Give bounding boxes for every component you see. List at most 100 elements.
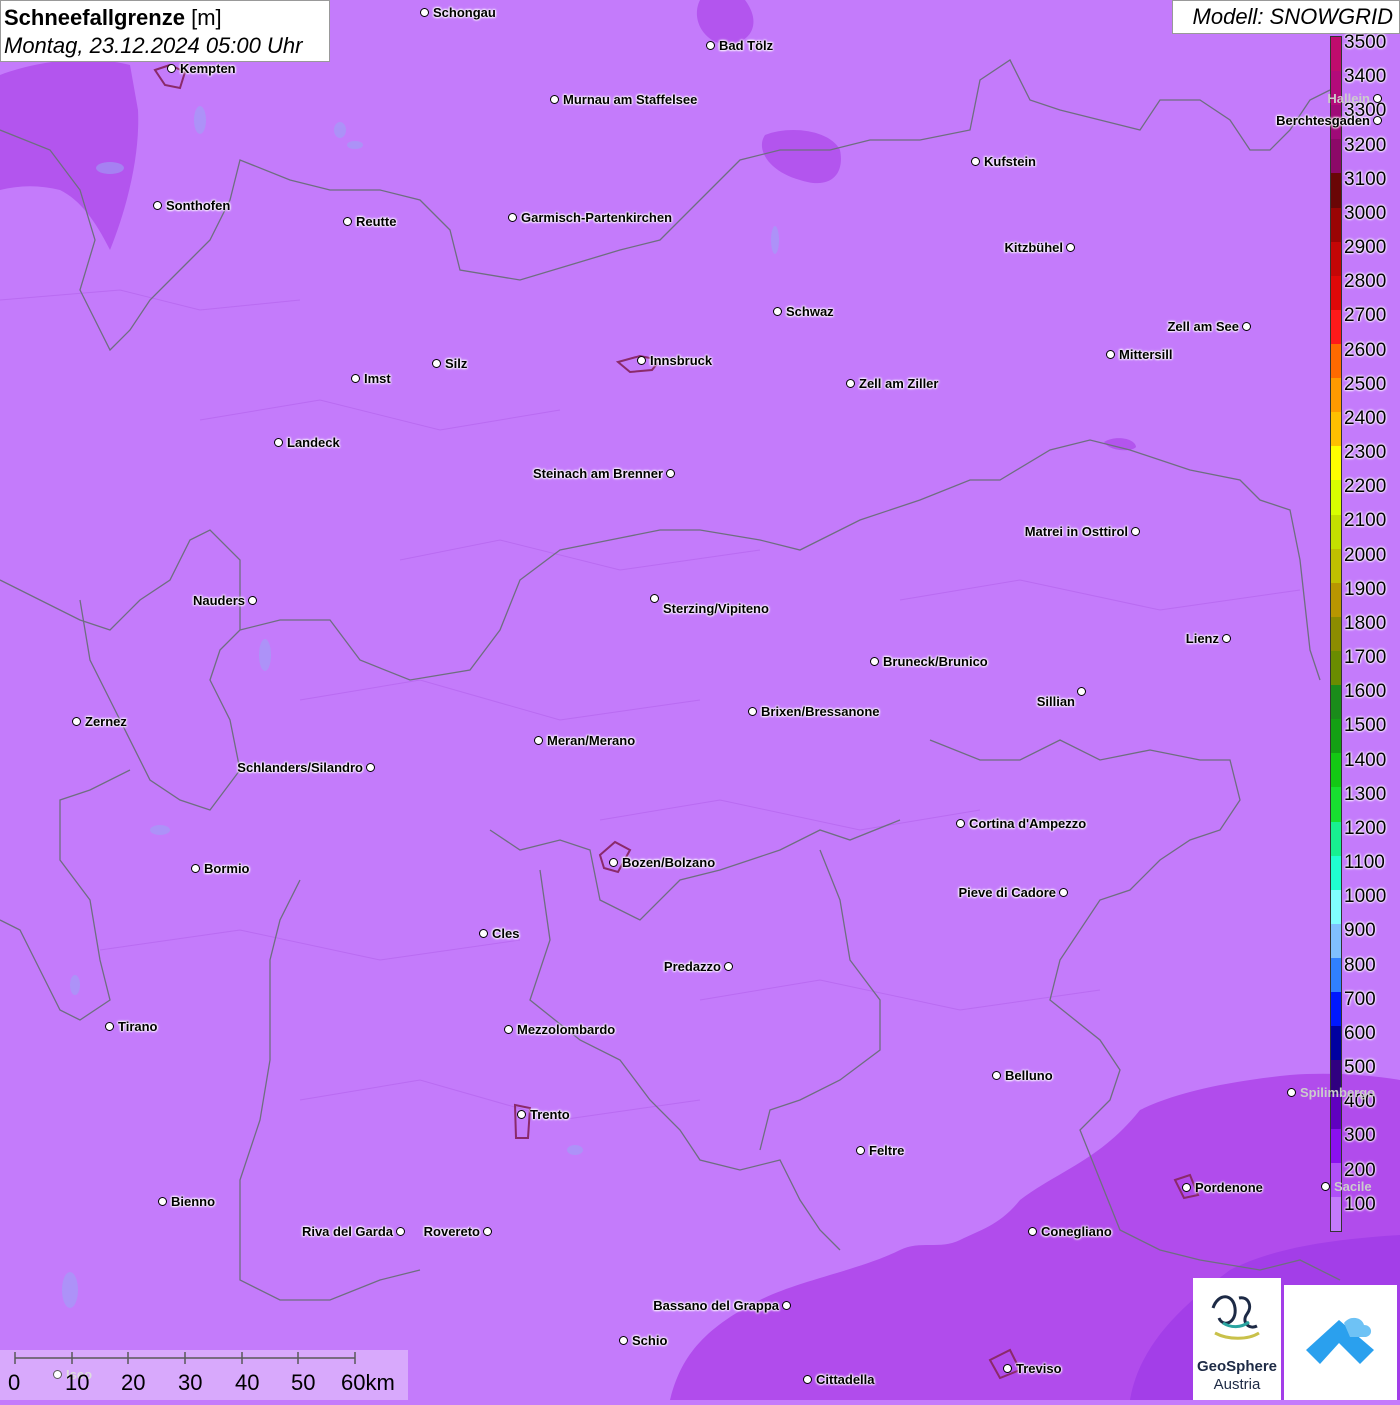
city-label[interactable]: Imst <box>364 371 391 386</box>
city-dot[interactable] <box>782 1301 791 1310</box>
city-label[interactable]: Pordenone <box>1195 1180 1263 1195</box>
city-dot[interactable] <box>1321 1182 1330 1191</box>
city-dot[interactable] <box>1003 1364 1012 1373</box>
city-label[interactable]: Matrei in Osttirol <box>1025 524 1128 539</box>
city-label[interactable]: Pieve di Cadore <box>958 885 1056 900</box>
city-label[interactable]: Bruneck/Brunico <box>883 654 988 669</box>
city-dot[interactable] <box>773 307 782 316</box>
city-label[interactable]: Schlanders/Silandro <box>237 760 363 775</box>
city-dot[interactable] <box>479 929 488 938</box>
city-dot[interactable] <box>248 596 257 605</box>
city-label[interactable]: Reutte <box>356 214 396 229</box>
city-label[interactable]: Cortina d'Ampezzo <box>969 816 1086 831</box>
city-dot[interactable] <box>1182 1183 1191 1192</box>
city-dot[interactable] <box>158 1197 167 1206</box>
city-dot[interactable] <box>637 356 646 365</box>
city-dot[interactable] <box>1066 243 1075 252</box>
city-label[interactable]: Sonthofen <box>166 198 230 213</box>
city-dot[interactable] <box>517 1110 526 1119</box>
city-label[interactable]: Sacile <box>1334 1179 1372 1194</box>
city-label[interactable]: Steinach am Brenner <box>533 466 663 481</box>
city-label[interactable]: Meran/Merano <box>547 733 635 748</box>
city-label[interactable]: Riva del Garda <box>302 1224 393 1239</box>
city-dot[interactable] <box>274 438 283 447</box>
city-dot[interactable] <box>1222 634 1231 643</box>
city-label[interactable]: Berchtesgaden <box>1276 113 1370 128</box>
city-dot[interactable] <box>724 962 733 971</box>
city-dot[interactable] <box>666 469 675 478</box>
city-dot[interactable] <box>351 374 360 383</box>
city-label[interactable]: Mezzolombardo <box>517 1022 615 1037</box>
city-label[interactable]: Trento <box>530 1107 570 1122</box>
city-label[interactable]: Bienno <box>171 1194 215 1209</box>
city-dot[interactable] <box>343 217 352 226</box>
city-dot[interactable] <box>706 41 715 50</box>
city-label[interactable]: Kitzbühel <box>1005 240 1064 255</box>
city-dot[interactable] <box>748 707 757 716</box>
city-label[interactable]: Bassano del Grappa <box>653 1298 779 1313</box>
city-dot[interactable] <box>1373 94 1382 103</box>
city-label[interactable]: Belluno <box>1005 1068 1053 1083</box>
city-dot[interactable] <box>550 95 559 104</box>
city-label[interactable]: Zernez <box>85 714 127 729</box>
city-label[interactable]: Bozen/Bolzano <box>622 855 715 870</box>
city-label[interactable]: Landeck <box>287 435 340 450</box>
geosphere-logo[interactable]: GeoSphere Austria <box>1193 1278 1281 1400</box>
city-dot[interactable] <box>1242 322 1251 331</box>
city-label[interactable]: Schwaz <box>786 304 834 319</box>
city-label[interactable]: Nauders <box>193 593 245 608</box>
city-dot[interactable] <box>167 64 176 73</box>
city-dot[interactable] <box>650 594 659 603</box>
city-dot[interactable] <box>504 1025 513 1034</box>
city-label[interactable]: Treviso <box>1016 1361 1062 1376</box>
city-dot[interactable] <box>72 717 81 726</box>
city-label[interactable]: Kempten <box>180 61 236 76</box>
city-dot[interactable] <box>420 8 429 17</box>
city-label[interactable]: Predazzo <box>664 959 721 974</box>
city-label[interactable]: Zell am Ziller <box>859 376 938 391</box>
city-dot[interactable] <box>971 157 980 166</box>
city-dot[interactable] <box>1028 1227 1037 1236</box>
city-label[interactable]: Schongau <box>433 5 496 20</box>
city-dot[interactable] <box>1131 527 1140 536</box>
city-dot[interactable] <box>534 736 543 745</box>
city-dot[interactable] <box>1077 687 1086 696</box>
city-dot[interactable] <box>1373 116 1382 125</box>
city-dot[interactable] <box>153 201 162 210</box>
city-label[interactable]: Kufstein <box>984 154 1036 169</box>
city-dot[interactable] <box>191 864 200 873</box>
city-dot[interactable] <box>508 213 517 222</box>
city-dot[interactable] <box>483 1227 492 1236</box>
city-dot[interactable] <box>1059 888 1068 897</box>
city-dot[interactable] <box>956 819 965 828</box>
city-label[interactable]: Spilimbergo <box>1300 1085 1375 1100</box>
city-label[interactable]: Garmisch-Partenkirchen <box>521 210 672 225</box>
city-label[interactable]: Sillian <box>1037 694 1075 709</box>
city-label[interactable]: Murnau am Staffelsee <box>563 92 697 107</box>
city-label[interactable]: Bad Tölz <box>719 38 773 53</box>
city-label[interactable]: Silz <box>445 356 467 371</box>
city-dot[interactable] <box>803 1375 812 1384</box>
city-dot[interactable] <box>432 359 441 368</box>
city-dot[interactable] <box>1287 1088 1296 1097</box>
city-label[interactable]: Innsbruck <box>650 353 712 368</box>
city-dot[interactable] <box>396 1227 405 1236</box>
app-logo[interactable] <box>1284 1285 1397 1400</box>
city-label[interactable]: Brixen/Bressanone <box>761 704 880 719</box>
city-label[interactable]: Mittersill <box>1119 347 1172 362</box>
city-dot[interactable] <box>619 1336 628 1345</box>
city-label[interactable]: Sterzing/Vipiteno <box>663 601 769 616</box>
city-label[interactable]: Conegliano <box>1041 1224 1112 1239</box>
city-label[interactable]: Tirano <box>118 1019 158 1034</box>
city-label[interactable]: Hallein <box>1327 91 1370 106</box>
city-label[interactable]: Schio <box>632 1333 667 1348</box>
city-dot[interactable] <box>856 1146 865 1155</box>
city-label[interactable]: Cittadella <box>816 1372 875 1387</box>
city-label[interactable]: Zell am See <box>1167 319 1239 334</box>
city-label[interactable]: Cles <box>492 926 519 941</box>
city-dot[interactable] <box>609 858 618 867</box>
city-dot[interactable] <box>870 657 879 666</box>
city-dot[interactable] <box>1106 350 1115 359</box>
city-label[interactable]: Lienz <box>1186 631 1219 646</box>
city-label[interactable]: Bormio <box>204 861 250 876</box>
